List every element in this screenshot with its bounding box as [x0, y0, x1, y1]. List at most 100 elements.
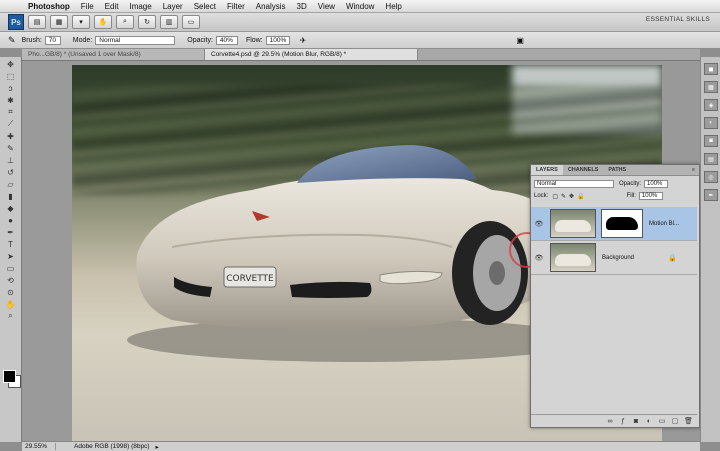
menu-image[interactable]: Image	[129, 2, 151, 11]
layer-row-background[interactable]: 👁 Background 🔒	[531, 241, 697, 275]
zoom-level-button[interactable]: ▾	[72, 15, 90, 29]
menu-select[interactable]: Select	[194, 2, 216, 11]
visibility-eye-icon[interactable]: 👁	[534, 253, 544, 263]
layer-style-icon[interactable]: ƒ	[619, 418, 627, 425]
layers-panel-tabs: LAYERS CHANNELS PATHS ≡	[531, 165, 699, 176]
layer-name[interactable]: Background	[602, 255, 634, 261]
tab-corvette-document[interactable]: Corvette4.psd @ 29.5% (Motion Blur, RGB/…	[205, 49, 418, 60]
layer-lock-icon: 🔒	[668, 255, 677, 262]
foreground-color-swatch[interactable]	[3, 370, 16, 383]
menu-edit[interactable]: Edit	[105, 2, 119, 11]
layer-name[interactable]: Motion Bl...	[649, 221, 679, 227]
menu-photoshop[interactable]: Photoshop	[28, 2, 70, 11]
blur-tool-icon[interactable]: ◆	[3, 203, 18, 213]
clone-stamp-tool-icon[interactable]: ⊥	[3, 155, 18, 165]
flow-field[interactable]: 100%	[265, 35, 290, 45]
lock-image-icon[interactable]: ✎	[561, 193, 566, 200]
swatches-panel-icon[interactable]: ▦	[704, 81, 718, 93]
lasso-tool-icon[interactable]: ↄ	[3, 83, 18, 93]
lock-position-icon[interactable]: ✥	[569, 193, 574, 200]
brush-panel-toggle-icon[interactable]: ▣	[516, 36, 524, 45]
opacity-value: 40%	[219, 36, 233, 44]
airbrush-icon[interactable]: ✈	[300, 36, 307, 45]
move-tool-icon[interactable]: ✥	[3, 59, 18, 69]
new-layer-icon[interactable]: ▢	[671, 417, 679, 425]
adjustments-panel-icon[interactable]: ◐	[704, 117, 718, 129]
tab-paths[interactable]: PATHS	[603, 167, 631, 173]
adjustment-layer-icon[interactable]: ◐	[645, 418, 653, 425]
gradient-tool-icon[interactable]: ▮	[3, 191, 18, 201]
layers-panel-icon[interactable]: ▤	[704, 153, 718, 165]
blend-mode-select[interactable]: Normal	[534, 180, 614, 188]
add-mask-icon[interactable]: ◙	[632, 418, 640, 425]
menu-layer[interactable]: Layer	[163, 2, 183, 11]
brush-tool-icon[interactable]: ✎	[8, 35, 16, 46]
quick-select-tool-icon[interactable]: ✱	[3, 95, 18, 105]
layer-opacity-value: 100%	[647, 181, 663, 187]
mode-select[interactable]: Normal	[95, 35, 176, 45]
hand-tool-button[interactable]: ✋	[94, 15, 112, 29]
delete-layer-icon[interactable]: 🗑	[684, 417, 693, 425]
menu-view[interactable]: View	[318, 2, 335, 11]
eraser-tool-icon[interactable]: ▱	[3, 179, 18, 189]
opacity-label: Opacity:	[619, 181, 642, 187]
zoom-tool-button[interactable]: ⌕	[116, 15, 134, 29]
crop-tool-icon[interactable]: ⌗	[3, 107, 18, 117]
tab-layers[interactable]: LAYERS	[531, 165, 563, 175]
shape-tool-icon[interactable]: ▭	[3, 263, 18, 273]
styles-panel-icon[interactable]: ◈	[704, 99, 718, 111]
brush-preset-picker[interactable]: 70	[44, 35, 61, 45]
workspace-switcher[interactable]: ESSENTIAL SKILLS	[646, 16, 710, 23]
layer-thumbnail	[550, 209, 596, 238]
arrange-documents-button[interactable]: ▥	[160, 15, 178, 29]
visibility-eye-icon[interactable]: 👁	[534, 219, 544, 229]
history-brush-tool-icon[interactable]: ↺	[3, 167, 18, 177]
path-selection-tool-icon[interactable]: ➤	[3, 251, 18, 261]
tab-photo-document[interactable]: Pho...GB/8) * (Unsaved 1 over Mask/8)	[22, 49, 205, 60]
tab-channels[interactable]: CHANNELS	[563, 167, 604, 173]
lock-transparent-icon[interactable]: ▢	[552, 193, 558, 200]
bridge-button[interactable]: ▤	[28, 15, 46, 29]
screen-mode-button[interactable]: ▭	[182, 15, 200, 29]
pen-tool-icon[interactable]: ✒	[3, 227, 18, 237]
layers-panel: LAYERS CHANNELS PATHS ≡ Normal Opacity: …	[530, 164, 700, 428]
zoom-tool-icon[interactable]: ⌕	[3, 311, 18, 321]
menu-3d[interactable]: 3D	[297, 2, 307, 11]
hand-tool-icon[interactable]: ✋	[3, 299, 18, 309]
menu-window[interactable]: Window	[346, 2, 374, 11]
type-tool-icon[interactable]: T	[3, 239, 18, 249]
layer-opacity-field[interactable]: 100%	[644, 180, 669, 188]
rotate-view-button[interactable]: ↻	[138, 15, 156, 29]
fill-field[interactable]: 100%	[638, 192, 663, 200]
lock-all-icon[interactable]: 🔒	[577, 193, 584, 200]
tools-panel: ✥ ⬚ ↄ ✱ ⌗ ⟋ ✚ ✎ ⊥ ↺ ▱ ▮ ◆ ● ✒ T ➤ ▭ ⟲ ⊙ …	[0, 57, 22, 442]
paths-panel-icon[interactable]: ✒	[704, 189, 718, 201]
menu-analysis[interactable]: Analysis	[256, 2, 286, 11]
color-panel-icon[interactable]: ◼	[704, 63, 718, 75]
layer-mask-thumbnail[interactable]	[601, 209, 643, 238]
mini-bridge-button[interactable]: ▦	[50, 15, 68, 29]
link-layers-icon[interactable]: ∞	[606, 418, 614, 425]
3d-rotate-tool-icon[interactable]: ⟲	[3, 275, 18, 285]
channels-panel-icon[interactable]: ◎	[704, 171, 718, 183]
fill-label: Fill:	[626, 193, 636, 199]
masks-panel-icon[interactable]: ◙	[704, 135, 718, 147]
layer-row-motion-blur[interactable]: 👁 Motion Bl...	[531, 207, 697, 241]
zoom-level-field[interactable]: 29.55%	[22, 443, 56, 450]
brush-tool-icon[interactable]: ✎	[3, 143, 18, 153]
healing-brush-tool-icon[interactable]: ✚	[3, 131, 18, 141]
new-group-icon[interactable]: ▭	[658, 417, 666, 425]
application-bar: Ps ▤ ▦ ▾ ✋ ⌕ ↻ ▥ ▭ ESSENTIAL SKILLS	[0, 13, 720, 32]
status-menu-arrow-icon[interactable]: ▸	[156, 443, 159, 451]
mode-label: Mode:	[72, 36, 93, 44]
menu-filter[interactable]: Filter	[227, 2, 245, 11]
menu-file[interactable]: File	[81, 2, 94, 11]
dodge-tool-icon[interactable]: ●	[3, 215, 18, 225]
opacity-field[interactable]: 40%	[215, 35, 238, 45]
3d-camera-tool-icon[interactable]: ⊙	[3, 287, 18, 297]
eyedropper-tool-icon[interactable]: ⟋	[3, 119, 18, 129]
marquee-tool-icon[interactable]: ⬚	[3, 71, 18, 81]
photoshop-logo-icon: Ps	[8, 14, 24, 30]
menu-help[interactable]: Help	[385, 2, 401, 11]
panel-menu-icon[interactable]: ≡	[692, 167, 695, 173]
